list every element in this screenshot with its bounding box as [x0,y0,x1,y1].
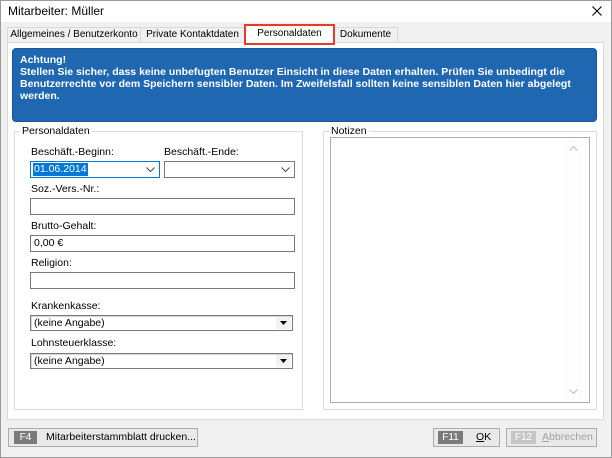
print-stammblatt-label: Mitarbeiterstammblatt drucken... [46,431,196,443]
brutto-gehalt-field[interactable]: 0,00 € [30,235,295,252]
warning-text: Stellen Sie sicher, dass keine unbefugte… [20,66,571,102]
shortcut-key-badge: F11 [438,431,463,444]
personaldaten-group-label: Personaldaten [20,125,92,137]
ok-label: OK [476,431,492,443]
tab-allgemeines-benutzerkonto[interactable]: Allgemeines / Benutzerkonto [7,27,141,42]
tab-personaldaten[interactable]: Personaldaten [245,25,334,43]
cancel-button[interactable]: F12 Abbrechen [506,428,597,447]
lohnsteuerklasse-select[interactable]: (keine Angabe) [30,353,293,369]
chevron-up-icon [569,146,578,151]
chevron-down-icon [569,389,578,394]
beschaeft-ende-dropdown-button[interactable] [277,162,294,177]
krankenkasse-label: Krankenkasse: [31,300,101,312]
beschaeft-beginn-label: Beschäft.-Beginn: [31,146,114,158]
religion-field[interactable] [30,272,295,289]
close-button[interactable] [585,1,609,21]
beschaeft-beginn-value: 01.06.2014 [33,163,88,176]
brutto-gehalt-label: Brutto-Gehalt: [31,220,97,232]
shortcut-key-badge: F12 [511,431,536,444]
notizen-scrollbar[interactable] [565,140,582,400]
tab-private-kontaktdaten[interactable]: Private Kontaktdaten [140,27,245,42]
title-bar: Mitarbeiter: Müller [0,0,612,22]
employee-dialog: Mitarbeiter: Müller Allgemeines / Benutz… [0,0,612,458]
brutto-gehalt-value: 0,00 € [34,237,64,249]
cancel-label: Abbrechen [542,431,593,443]
window-title: Mitarbeiter: Müller [8,4,105,18]
lohnsteuerklasse-selected-value: (keine Angabe) [34,355,105,367]
krankenkasse-selected-value: (keine Angabe) [34,317,105,329]
warning-heading: Achtung! [20,54,67,66]
scroll-up-button[interactable] [565,140,582,157]
triangle-down-icon [280,321,287,325]
notizen-textarea[interactable] [330,137,590,403]
beschaeft-beginn-dropdown-button[interactable] [142,162,159,177]
scroll-down-button[interactable] [565,383,582,400]
religion-label: Religion: [31,257,72,269]
beschaeft-beginn-date-field[interactable]: 01.06.2014 [30,161,160,178]
shortcut-key-badge: F4 [14,431,37,444]
personaldaten-group: Personaldaten Beschäft.-Beginn: Beschäft… [14,125,303,410]
warning-banner: Achtung! Stellen Sie sicher, dass keine … [12,48,597,122]
lohnsteuerklasse-dropdown-button[interactable] [276,355,291,367]
tab-dokumente[interactable]: Dokumente [333,27,398,42]
soz-vers-nr-field[interactable] [30,198,295,215]
print-stammblatt-button[interactable]: F4 Mitarbeiterstammblatt drucken... [8,428,198,447]
chevron-down-icon [281,167,290,172]
krankenkasse-select[interactable]: (keine Angabe) [30,315,293,331]
krankenkasse-dropdown-button[interactable] [276,317,291,329]
close-icon [592,6,602,16]
lohnsteuerklasse-label: Lohnsteuerklasse: [31,337,117,349]
soz-vers-nr-label: Soz.-Vers.-Nr.: [31,183,100,195]
notizen-group-label: Notizen [329,125,369,137]
beschaeft-ende-date-field[interactable] [164,161,295,178]
chevron-down-icon [146,167,155,172]
notizen-group: Notizen [323,125,597,410]
beschaeft-ende-label: Beschäft.-Ende: [164,146,239,158]
tab-page-personaldaten: Achtung! Stellen Sie sicher, dass keine … [7,42,604,420]
ok-button[interactable]: F11 OK [433,428,500,447]
triangle-down-icon [280,359,287,363]
